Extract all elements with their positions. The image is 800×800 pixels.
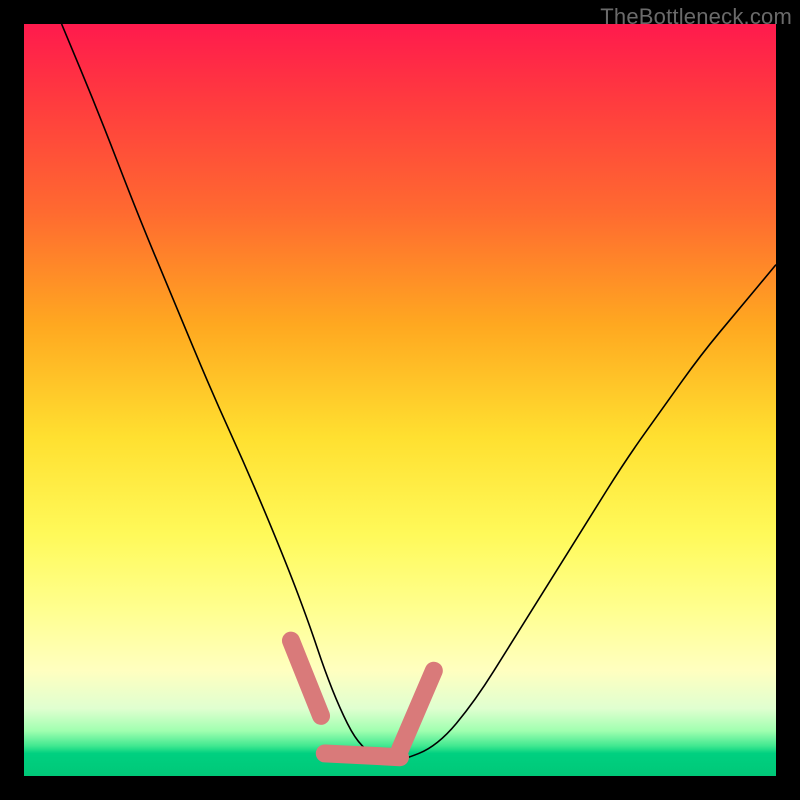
watermark-text: TheBottleneck.com [600,4,792,30]
bottleneck-curve [62,24,776,761]
highlight-left [291,641,321,716]
highlight-valley [325,753,400,757]
chart-frame [24,24,776,776]
highlight-right [400,671,434,750]
plot-svg [24,24,776,776]
